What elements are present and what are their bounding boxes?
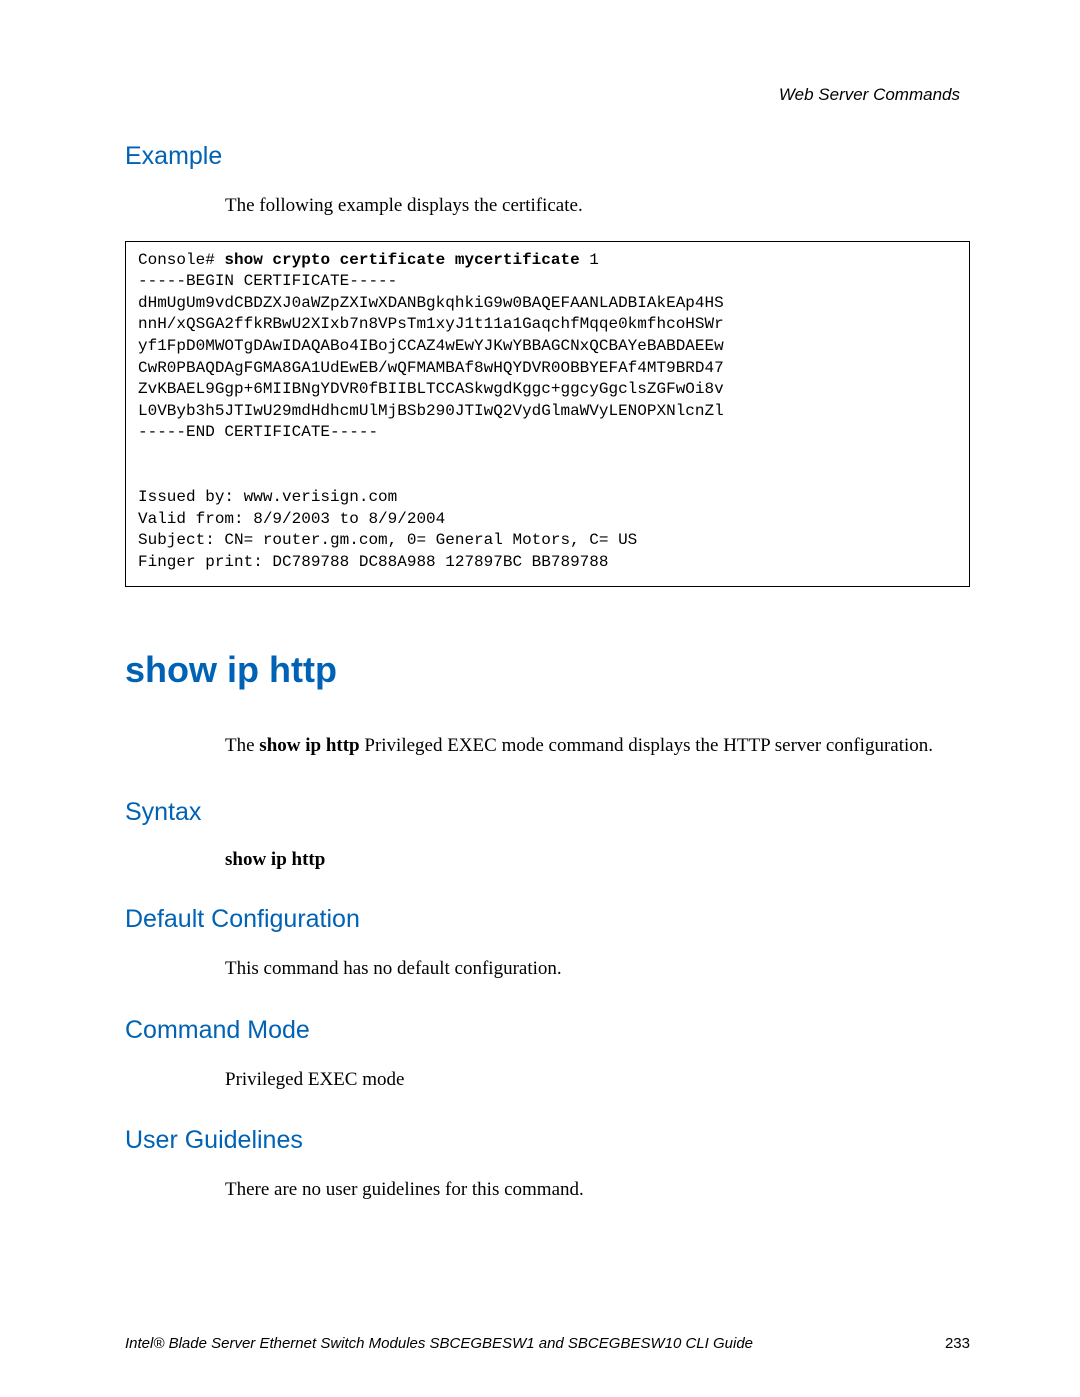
code-line: -----END CERTIFICATE----- — [138, 423, 378, 441]
syntax-text: show ip http — [125, 827, 970, 871]
code-line: nnH/xQSGA2ffkRBwU2XIxb7n8VPsTm1xyJ1t11a1… — [138, 315, 724, 333]
default-config-text: This command has no default configuratio… — [125, 934, 970, 982]
footer-book-title: Intel® Blade Server Ethernet Switch Modu… — [125, 1335, 753, 1352]
command-mode-heading: Command Mode — [125, 982, 970, 1045]
console-command: show crypto certificate mycertificate — [224, 251, 579, 269]
code-line: -----BEGIN CERTIFICATE----- — [138, 272, 397, 290]
console-prompt: Console# — [138, 251, 224, 269]
command-title: show ip http — [125, 587, 970, 691]
footer-page-number: 233 — [945, 1335, 970, 1352]
command-description: The show ip http Privileged EXEC mode co… — [125, 691, 945, 759]
code-line: CwR0PBAQDAgFGMA8GA1UdEwEB/wQFMAMBAf8wHQY… — [138, 359, 724, 377]
user-guidelines-text: There are no user guidelines for this co… — [125, 1155, 970, 1203]
code-line: Finger print: DC789788 DC88A988 127897BC… — [138, 553, 608, 571]
example-intro: The following example displays the certi… — [125, 171, 970, 219]
page-footer: Intel® Blade Server Ethernet Switch Modu… — [125, 1335, 970, 1352]
certificate-code-block: Console# show crypto certificate mycerti… — [125, 241, 970, 587]
user-guidelines-heading: User Guidelines — [125, 1092, 970, 1155]
code-line: Issued by: www.verisign.com — [138, 488, 397, 506]
code-line: ZvKBAEL9Ggp+6MIIBNgYDVR0fBIIBLTCCASkwgdK… — [138, 380, 724, 398]
command-mode-text: Privileged EXEC mode — [125, 1045, 970, 1093]
code-line: yf1FpD0MWOTgDAwIDAQABo4IBojCCAZ4wEwYJKwY… — [138, 337, 724, 355]
code-line: Valid from: 8/9/2003 to 8/9/2004 — [138, 510, 445, 528]
code-line: dHmUgUm9vdCBDZXJ0aWZpZXIwXDANBgkqhkiG9w0… — [138, 294, 724, 312]
syntax-heading: Syntax — [125, 758, 970, 827]
code-line: Subject: CN= router.gm.com, 0= General M… — [138, 531, 637, 549]
code-line: L0VByb3h5JTIwU29mdHdhcmUlMjBSb290JTIwQ2V… — [138, 402, 724, 420]
default-config-heading: Default Configuration — [125, 871, 970, 934]
chapter-header: Web Server Commands — [779, 85, 960, 105]
console-arg: 1 — [580, 251, 599, 269]
